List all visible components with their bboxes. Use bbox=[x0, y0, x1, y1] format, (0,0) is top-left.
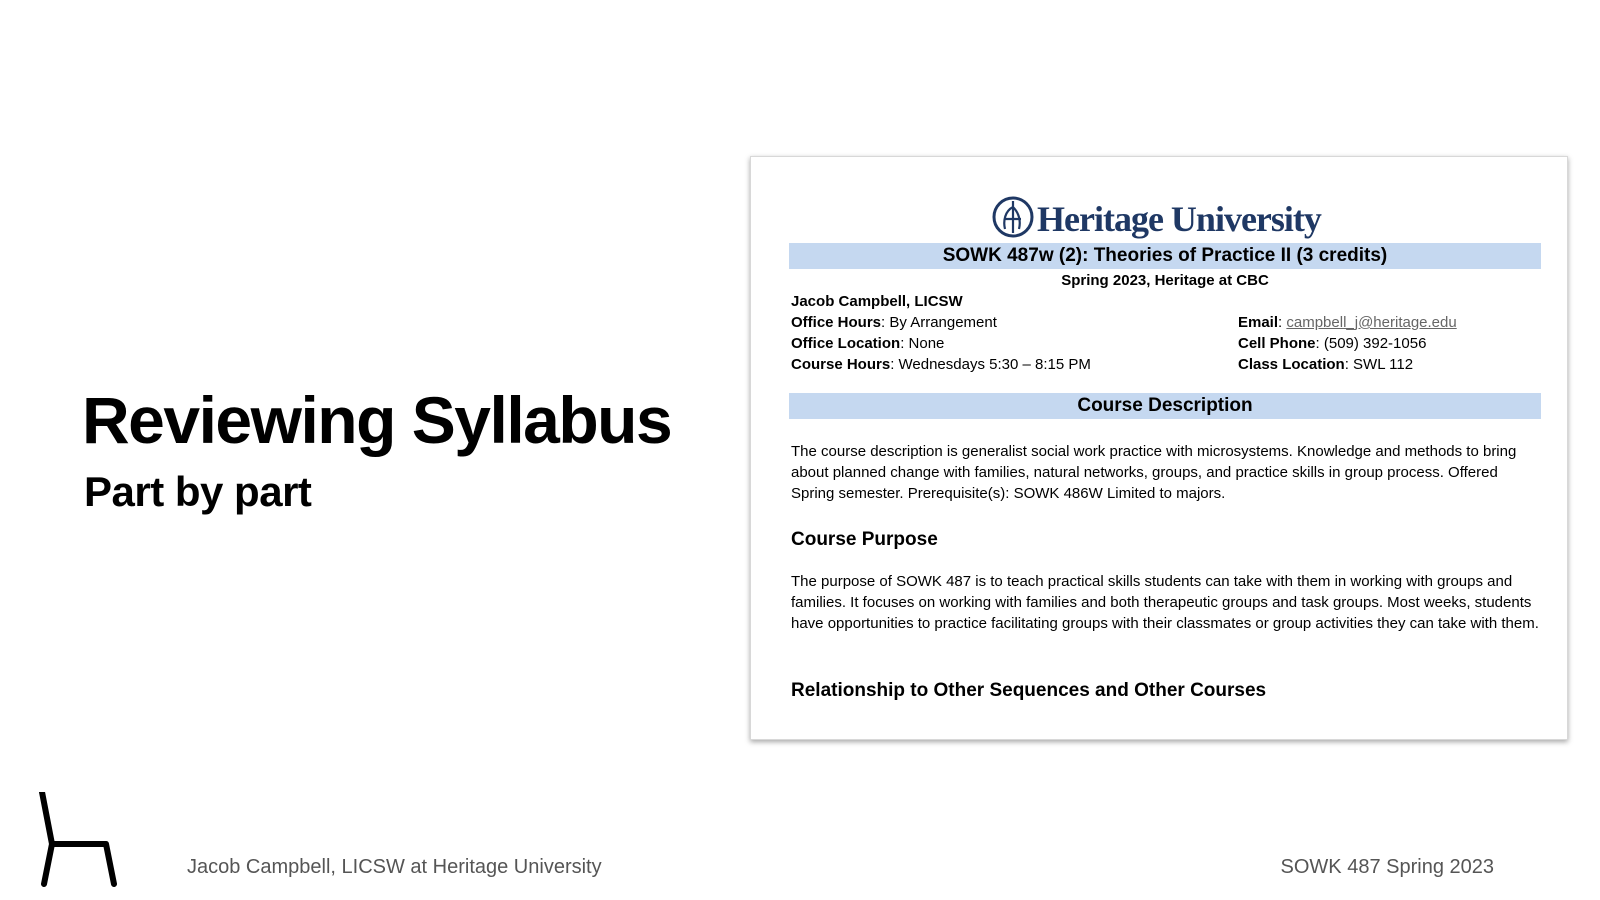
course-title: SOWK 487w (2): Theories of Practice II (… bbox=[789, 243, 1541, 269]
cell-phone-label: Cell Phone bbox=[1238, 335, 1316, 352]
class-location-value: : SWL 112 bbox=[1344, 356, 1414, 373]
course-description-heading: Course Description bbox=[789, 393, 1541, 419]
footer-author: Jacob Campbell, LICSW at Heritage Univer… bbox=[187, 856, 602, 878]
cell-phone-value: : (509) 392-1056 bbox=[1315, 335, 1427, 352]
instructor-info: Jacob Campbell, LICSW Office Hours: By A… bbox=[791, 291, 1091, 375]
office-hours-label: Office Hours bbox=[791, 314, 882, 331]
class-location-label: Class Location bbox=[1238, 356, 1345, 373]
instructor-name: Jacob Campbell, LICSW bbox=[791, 293, 963, 310]
course-hours-value: : Wednesdays 5:30 – 8:15 PM bbox=[890, 356, 1091, 373]
office-location-label: Office Location bbox=[791, 335, 901, 352]
chair-icon bbox=[39, 792, 117, 887]
heritage-logo-icon bbox=[991, 195, 1035, 244]
course-purpose-heading: Course Purpose bbox=[791, 529, 938, 550]
course-term: Spring 2023, Heritage at CBC bbox=[1061, 272, 1269, 289]
relationship-heading: Relationship to Other Sequences and Othe… bbox=[791, 680, 1267, 701]
contact-info: Email: campbell_j@heritage.edu Cell Phon… bbox=[1238, 312, 1457, 375]
syllabus-document: Heritage University SOWK 487w (2): Theor… bbox=[750, 156, 1568, 740]
logo-text: Heritage University bbox=[1037, 199, 1322, 239]
course-description-text: The course description is generalist soc… bbox=[791, 443, 1517, 502]
course-purpose-text: The purpose of SOWK 487 is to teach prac… bbox=[791, 573, 1539, 632]
email-label: Email bbox=[1238, 314, 1279, 331]
slide-subtitle: Part by part bbox=[84, 468, 312, 515]
slide-title: Reviewing Syllabus bbox=[82, 383, 673, 457]
course-hours-label: Course Hours bbox=[791, 356, 891, 373]
office-location-value: : None bbox=[900, 335, 945, 352]
office-hours-value: : By Arrangement bbox=[881, 314, 997, 331]
email-link[interactable]: campbell_j@heritage.edu bbox=[1286, 314, 1456, 331]
heritage-logo: Heritage University bbox=[991, 195, 1322, 244]
footer-course: SOWK 487 Spring 2023 bbox=[1280, 856, 1494, 878]
